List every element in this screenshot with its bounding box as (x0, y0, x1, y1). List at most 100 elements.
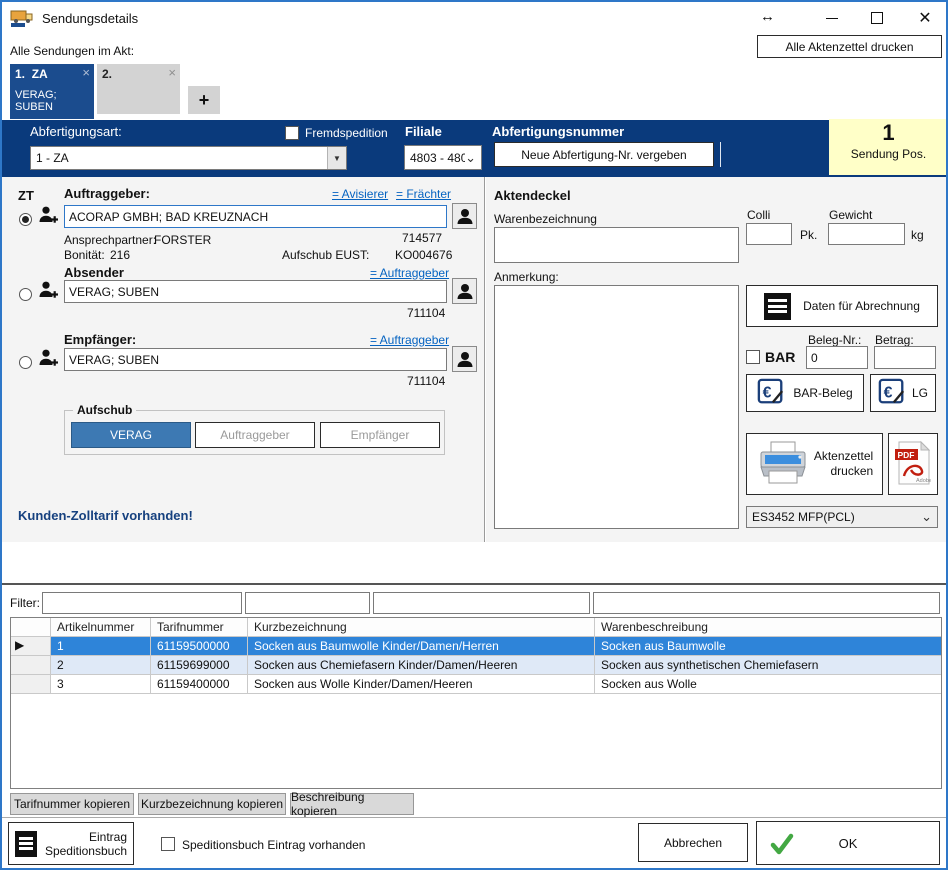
minimize-icon[interactable] (817, 5, 847, 31)
filiale-chevron-icon[interactable]: ⌄ (465, 153, 481, 163)
absender-input[interactable] (64, 280, 447, 303)
add-person-icon[interactable] (38, 205, 58, 230)
anmerkung-textarea[interactable] (494, 285, 739, 529)
filter-artikelnummer-input[interactable] (42, 592, 242, 614)
aufschub-verag-button[interactable]: VERAG (71, 422, 191, 448)
betrag-input[interactable] (874, 346, 936, 369)
tab1-close-icon[interactable]: × (82, 65, 90, 80)
auftraggeber-label: Auftraggeber: (64, 186, 150, 201)
absender-number: 711104 (407, 306, 445, 320)
shipment-tab-2[interactable]: 2. × (97, 64, 180, 114)
add-person-icon[interactable] (38, 348, 58, 373)
filter-kurzbezeichnung-input[interactable] (373, 592, 590, 614)
auftraggeber-contact-icon[interactable] (452, 203, 477, 229)
empfaenger-input[interactable] (64, 348, 447, 371)
aufschub-auftraggeber-button[interactable]: Auftraggeber (195, 422, 315, 448)
print-all-aktenzettel-button[interactable]: Alle Aktenzettel drucken (757, 35, 942, 58)
aktendeckel-title: Aktendeckel (494, 188, 571, 203)
abfertigungsart-dropdown-icon[interactable]: ▼ (327, 147, 346, 169)
filiale-value: 4803 - 480 (405, 151, 465, 165)
table-row[interactable]: 2 61159699000 Socken aus Chemiefasern Ki… (11, 656, 941, 675)
column-header-tarifnummer[interactable]: Tarifnummer (151, 618, 248, 636)
speditionsbuch-entry-line1: Eintrag (45, 830, 127, 844)
articles-grid-section: Filter: Artikelnummer Tarifnummer Kurzbe… (2, 583, 946, 792)
gewicht-input[interactable] (828, 223, 905, 245)
row-selector-arrow: ▶ (11, 637, 51, 655)
pk-label: Pk. (800, 228, 817, 242)
empfaenger-contact-icon[interactable] (452, 346, 477, 372)
tab2-close-icon[interactable]: × (168, 65, 176, 80)
filter-tarifnummer-input[interactable] (245, 592, 370, 614)
ok-button[interactable]: OK (756, 821, 940, 865)
tab1-number: 1. (15, 67, 25, 81)
aufschub-eust-value: KO004676 (395, 248, 452, 262)
copy-kurzbezeichnung-button[interactable]: Kurzbezeichnung kopieren (138, 793, 286, 815)
table-row[interactable]: 3 61159400000 Socken aus Wolle Kinder/Da… (11, 675, 941, 694)
aufschub-group: Aufschub VERAG Auftraggeber Empfänger (64, 410, 445, 455)
speditionsbuch-checkbox-label: Speditionsbuch Eintrag vorhanden (182, 838, 365, 852)
footer-bar: Eintrag Speditionsbuch Speditionsbuch Ei… (2, 817, 946, 868)
absender-radio[interactable] (19, 288, 32, 301)
cell-tarifnummer: 61159699000 (151, 656, 248, 674)
lg-button[interactable]: € LG (870, 374, 936, 412)
position-count-box: 1 Sendung Pos. (829, 119, 948, 175)
fraechter-link[interactable]: = Frächter (396, 187, 451, 201)
resize-icon[interactable]: ↔ (760, 8, 775, 25)
table-row[interactable]: ▶ 1 61159500000 Socken aus Baumwolle Kin… (11, 637, 941, 656)
shipment-tab-1[interactable]: 1. ZA × VERAG; SUBEN (10, 64, 94, 119)
abfertigungsart-select[interactable]: 1 - ZA ▼ (30, 146, 347, 170)
speditionsbuch-checkbox[interactable] (161, 837, 175, 851)
assign-number-button[interactable]: Neue Abfertigung-Nr. vergeben (494, 142, 714, 167)
aktendeckel-panel: Aktendeckel Warenbezeichnung Colli Pk. G… (486, 177, 946, 542)
column-header-kurzbezeichnung[interactable]: Kurzbezeichnung (248, 618, 595, 636)
add-person-icon[interactable] (38, 280, 58, 305)
column-header-artikelnummer[interactable]: Artikelnummer (51, 618, 151, 636)
absender-auftraggeber-link[interactable]: = Auftraggeber (370, 266, 449, 280)
warenbezeichnung-textarea[interactable] (494, 227, 739, 263)
cancel-button[interactable]: Abbrechen (638, 823, 748, 862)
fremdspedition-label: Fremdspedition (305, 126, 388, 140)
auftraggeber-input[interactable] (64, 205, 447, 228)
bar-checkbox[interactable] (746, 350, 760, 364)
fremdspedition-checkbox[interactable] (285, 126, 299, 140)
copy-beschreibung-button[interactable]: Beschreibung kopieren (290, 793, 414, 815)
aufschub-group-label: Aufschub (73, 403, 136, 417)
filiale-select[interactable]: 4803 - 480 ⌄ (404, 145, 482, 170)
position-count-label: Sendung Pos. (829, 147, 948, 161)
printer-select[interactable]: ES3452 MFP(PCL) ⌄ (746, 506, 938, 528)
close-icon[interactable]: ✕ (910, 5, 940, 31)
filiale-label: Filiale (405, 124, 442, 139)
aufschub-empfaenger-button[interactable]: Empfänger (320, 422, 440, 448)
gewicht-label: Gewicht (829, 208, 872, 222)
cell-tarifnummer: 61159400000 (151, 675, 248, 693)
avisierer-link[interactable]: = Avisierer (332, 187, 388, 201)
add-shipment-button[interactable]: + (188, 86, 220, 114)
column-header-warenbeschreibung[interactable]: Warenbeschreibung (595, 618, 941, 636)
shipments-label: Alle Sendungen im Akt: (10, 44, 134, 58)
aktenzettel-line2: drucken (814, 464, 873, 479)
bar-beleg-button[interactable]: € BAR-Beleg (746, 374, 864, 412)
maximize-icon[interactable] (862, 5, 892, 31)
filter-warenbeschreibung-input[interactable] (593, 592, 940, 614)
beleg-nr-input[interactable] (806, 346, 868, 369)
absender-contact-icon[interactable] (452, 278, 477, 304)
aktenzettel-drucken-button[interactable]: Aktenzettel drucken (746, 433, 883, 495)
filter-label: Filter: (10, 596, 40, 610)
colli-input[interactable] (746, 223, 792, 245)
auftraggeber-radio[interactable] (19, 213, 32, 226)
empfaenger-auftraggeber-link[interactable]: = Auftraggeber (370, 333, 449, 347)
abrechnung-button-label: Daten für Abrechnung (803, 299, 920, 313)
abrechnung-button[interactable]: Daten für Abrechnung (746, 285, 938, 327)
cell-artikelnummer: 2 (51, 656, 151, 674)
cell-artikelnummer: 3 (51, 675, 151, 693)
divider (720, 142, 721, 167)
copy-tarifnummer-button[interactable]: Tarifnummer kopieren (10, 793, 134, 815)
empfaenger-radio[interactable] (19, 356, 32, 369)
cell-warenbeschreibung: Socken aus synthetischen Chemiefasern (595, 656, 941, 674)
printer-select-chevron-icon[interactable]: ⌄ (921, 512, 937, 522)
row-selector-cell (11, 656, 51, 674)
speditionsbuch-entry-button[interactable]: Eintrag Speditionsbuch (8, 822, 134, 865)
pdf-export-button[interactable]: PDF Adobe (888, 433, 938, 495)
customer-tariff-note: Kunden-Zolltarif vorhanden! (18, 508, 193, 523)
svg-text:Adobe: Adobe (916, 478, 931, 484)
